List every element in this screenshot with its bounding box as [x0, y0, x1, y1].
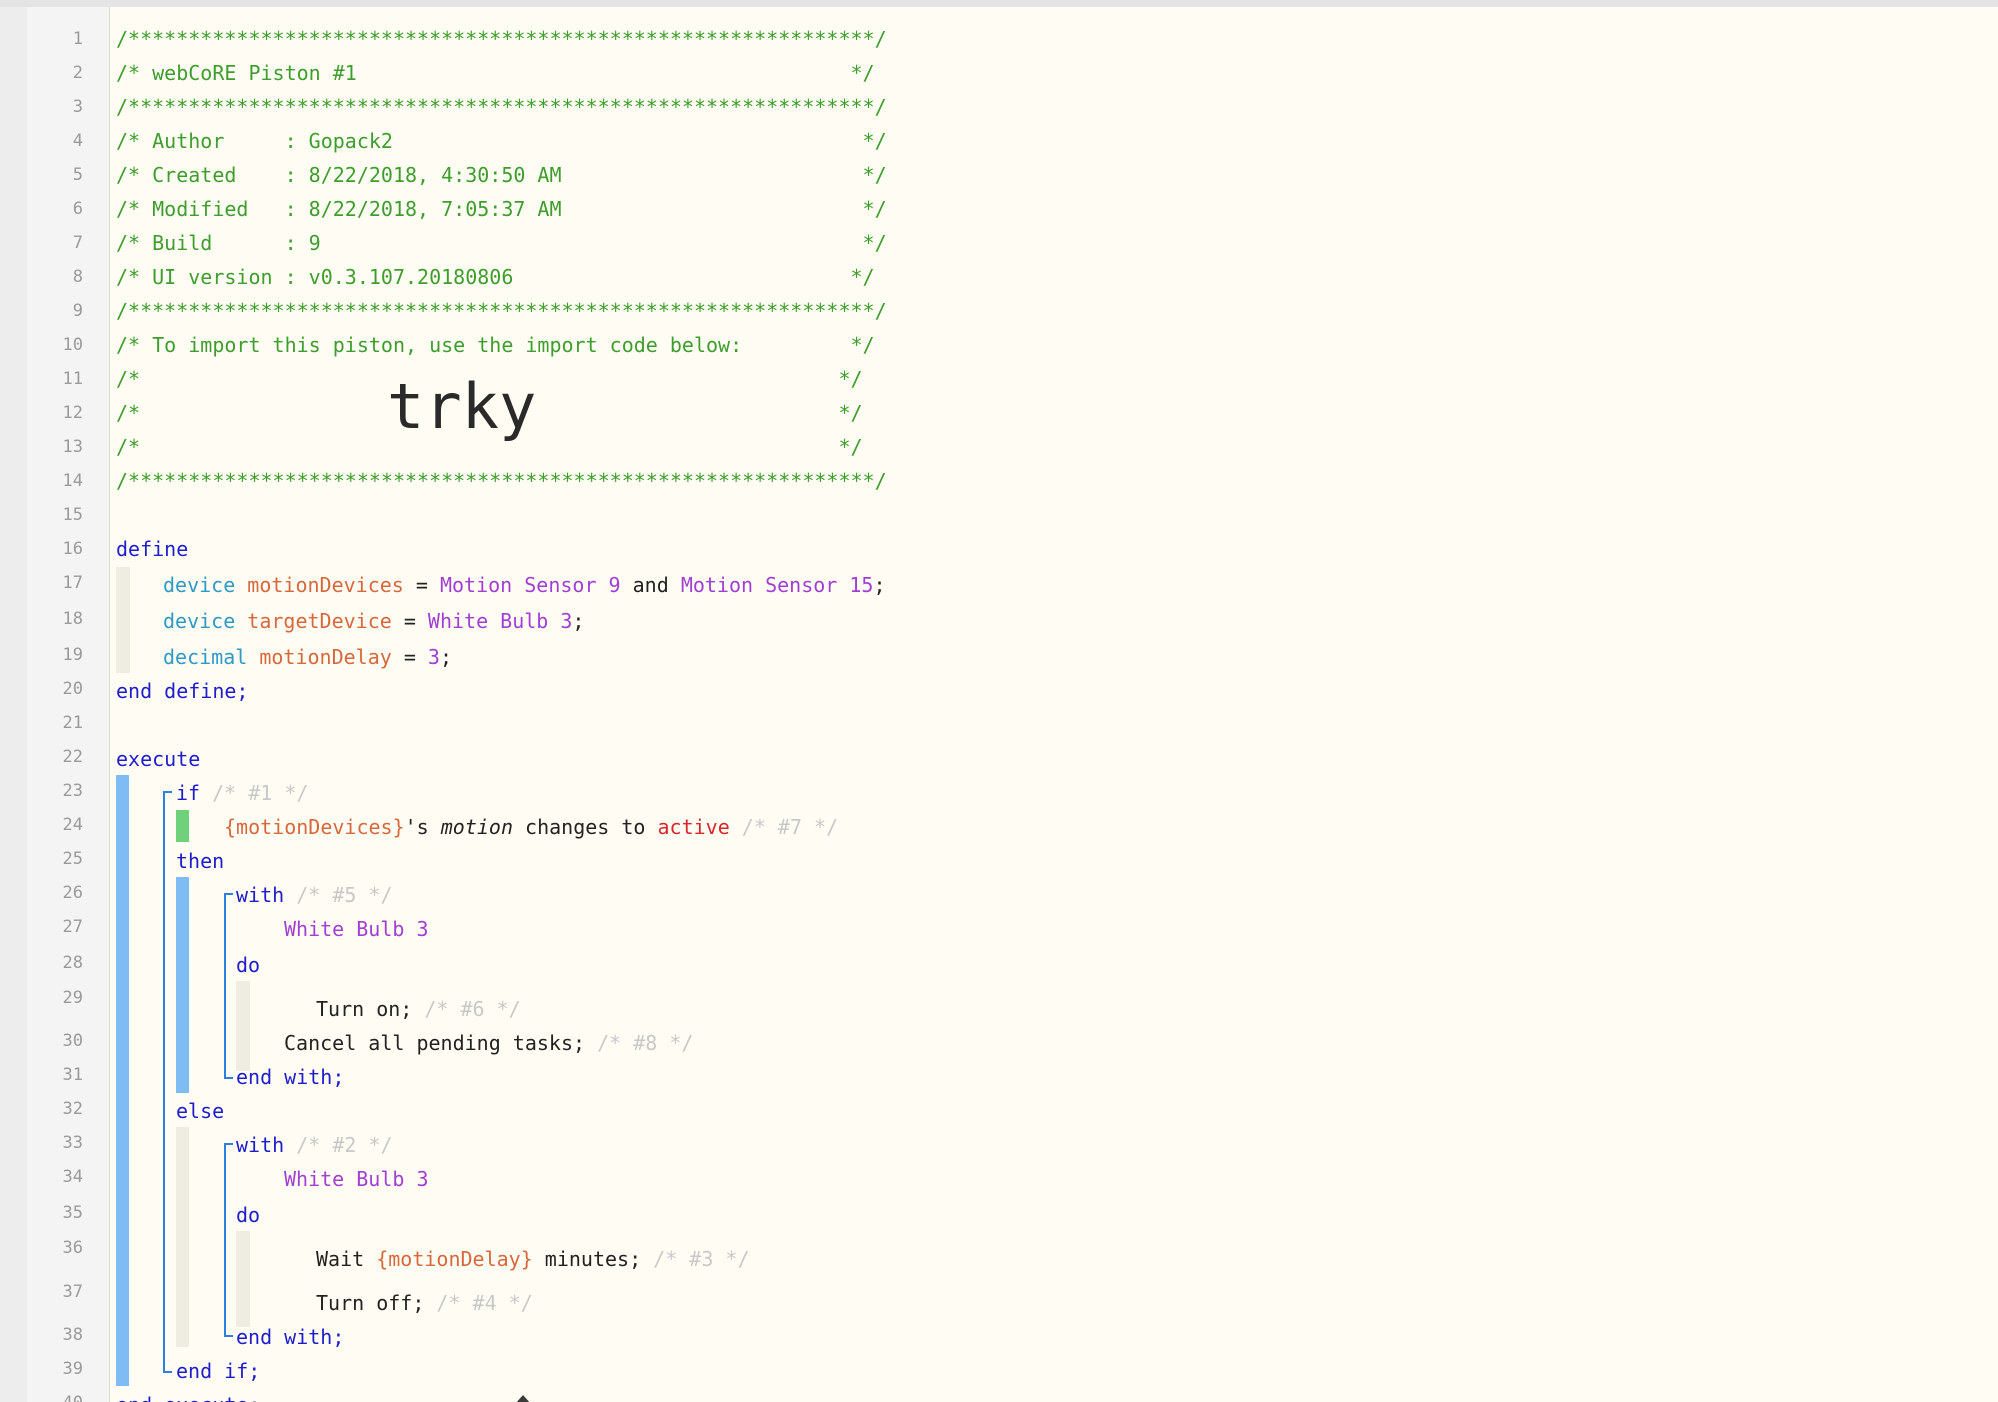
comment-ui-version: /* UI version : v0.3.107.20180806 */: [116, 265, 875, 289]
line-number: 24: [62, 815, 83, 835]
line-number: 12: [62, 403, 83, 423]
with-device[interactable]: White Bulb 3: [284, 1166, 429, 1192]
end-with-keyword: end with;: [236, 1065, 345, 1089]
line-number: 23: [62, 781, 83, 801]
line-number: 22: [62, 747, 83, 767]
if-condition[interactable]: {motionDevices}'s motion changes to acti…: [224, 814, 838, 840]
line-number: 1: [72, 29, 83, 49]
if-block-bracket: [163, 791, 172, 1373]
line-number: 25: [62, 849, 83, 869]
end-with-keyword: end with;: [236, 1325, 345, 1349]
line-number: 10: [62, 335, 83, 355]
line-number: 29: [62, 988, 83, 1008]
line-number: 3: [72, 97, 83, 117]
line-number: 21: [62, 713, 83, 733]
comment-border: /***************************************…: [116, 469, 887, 493]
line-number: 4: [72, 131, 83, 151]
cancel-tasks-statement[interactable]: Cancel all pending tasks; /* #8 */: [284, 1030, 693, 1056]
define-block-bar: [116, 567, 130, 673]
execute-block-bar: [116, 775, 129, 1386]
line-number: 37: [62, 1282, 83, 1302]
end-define-keyword: end define;: [116, 679, 249, 703]
condition-status-bar: [176, 810, 189, 842]
if-statement[interactable]: if /* #1 */: [176, 780, 308, 806]
then-keyword: then: [176, 849, 225, 873]
comment-title: /* webCoRE Piston #1 */: [116, 61, 875, 85]
do-block-bar: [236, 981, 250, 1071]
execute-keyword: execute: [116, 747, 201, 771]
line-number: 38: [62, 1325, 83, 1345]
comment-import-note: /* To import this piston, use the import…: [116, 333, 875, 357]
do-keyword: do: [236, 1203, 261, 1227]
comment-border: /***************************************…: [116, 27, 887, 51]
line-number: 30: [62, 1031, 83, 1051]
define-line-motion-delay[interactable]: decimal motionDelay = 3;: [163, 644, 452, 670]
line-number: 15: [62, 505, 83, 525]
tooltip-arrow: [515, 1395, 531, 1402]
comment-border: /***************************************…: [116, 95, 887, 119]
line-number-gutter: 1 2 3 4 5 6 7 8 9 10 11 12 13 14 15 16 1…: [27, 7, 110, 1402]
line-number: 16: [62, 539, 83, 559]
comment-created: /* Created : 8/22/2018, 4:30:50 AM */: [116, 163, 887, 187]
wait-statement[interactable]: Wait {motionDelay} minutes; /* #3 */: [316, 1246, 750, 1272]
line-number: 33: [62, 1133, 83, 1153]
left-panel-strip: [0, 7, 27, 1402]
do-block-bar: [236, 1231, 250, 1327]
line-number: 20: [62, 679, 83, 699]
with-device[interactable]: White Bulb 3: [284, 916, 429, 942]
line-number: 32: [62, 1099, 83, 1119]
with-statement[interactable]: with /* #5 */: [236, 882, 393, 908]
else-block-bar: [176, 1127, 189, 1347]
import-code: trky: [387, 370, 537, 443]
line-number: 18: [62, 609, 83, 629]
comment-border: /***************************************…: [116, 299, 887, 323]
line-number: 40: [27, 1393, 83, 1402]
line-number: 26: [62, 883, 83, 903]
define-line-target-device[interactable]: device targetDevice = White Bulb 3;: [163, 608, 584, 634]
line-number: 8: [72, 267, 83, 287]
line-number: 27: [62, 917, 83, 937]
line-number: 17: [62, 573, 83, 593]
then-block-bar: [176, 877, 189, 1093]
end-if-keyword: end if;: [176, 1359, 261, 1383]
turn-on-statement[interactable]: Turn on; /* #6 */: [316, 996, 521, 1022]
define-keyword: define: [116, 537, 189, 561]
line-number: 39: [62, 1359, 83, 1379]
line-number: 7: [72, 233, 83, 253]
define-line-motion-devices[interactable]: device motionDevices = Motion Sensor 9 a…: [163, 572, 886, 598]
line-number: 14: [62, 471, 83, 491]
do-keyword: do: [236, 953, 261, 977]
turn-off-statement[interactable]: Turn off; /* #4 */: [316, 1290, 533, 1316]
line-number: 19: [62, 645, 83, 665]
line-number: 31: [62, 1065, 83, 1085]
comment-build: /* Build : 9 */: [116, 231, 887, 255]
line-number: 35: [62, 1203, 83, 1223]
line-number: 11: [62, 369, 83, 389]
line-number: 28: [62, 953, 83, 973]
line-number: 5: [72, 165, 83, 185]
line-number: 2: [72, 63, 83, 83]
line-number: 9: [72, 301, 83, 321]
line-number: 6: [72, 199, 83, 219]
else-keyword: else: [176, 1099, 225, 1123]
line-number: 36: [62, 1238, 83, 1258]
with-block-bracket: [224, 1143, 233, 1337]
comment-modified: /* Modified : 8/22/2018, 7:05:37 AM */: [116, 197, 887, 221]
line-number: 34: [62, 1167, 83, 1187]
end-execute-keyword: end execute;: [116, 1392, 261, 1402]
with-block-bracket: [224, 893, 233, 1079]
comment-author: /* Author : Gopack2 */: [116, 129, 887, 153]
with-statement[interactable]: with /* #2 */: [236, 1132, 393, 1158]
code-editor[interactable]: 1 2 3 4 5 6 7 8 9 10 11 12 13 14 15 16 1…: [27, 7, 1998, 1402]
line-number: 13: [62, 437, 83, 457]
